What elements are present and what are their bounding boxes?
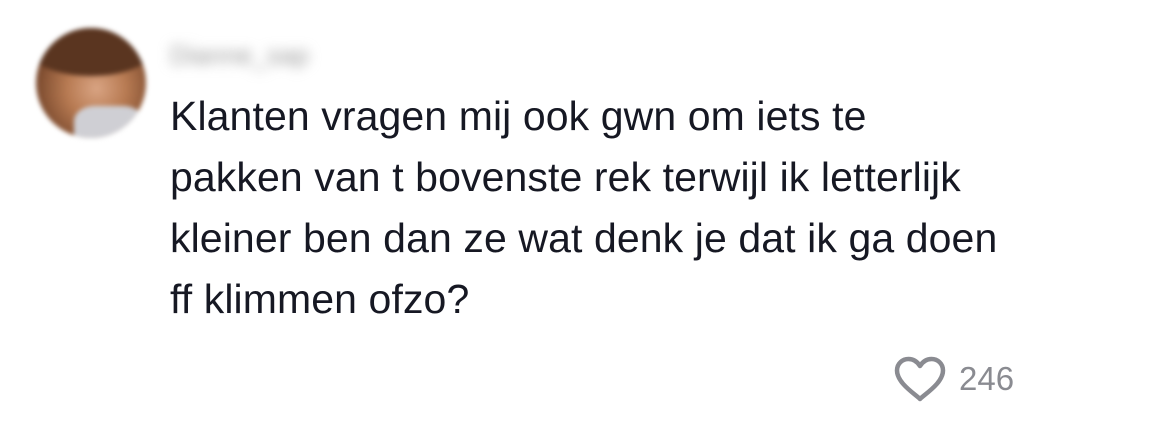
comment-text-line: pakken van t bovenste rek terwijl ik let… (170, 154, 961, 200)
comment-text-line: Klanten vragen mij ook gwn om iets te (170, 93, 867, 139)
avatar[interactable] (36, 28, 146, 138)
comment-text: Klanten vragen mij ook gwn om iets te pa… (170, 86, 1160, 330)
comment-item: Dianne_sap Klanten vragen mij ook gwn om… (0, 0, 1170, 433)
avatar-hair-shape (36, 28, 146, 76)
avatar-shirt-shape (74, 106, 144, 138)
like-count: 246 (959, 360, 1015, 397)
heart-outline-icon[interactable] (893, 355, 947, 403)
comment-text-line: ff klimmen ofzo? (170, 276, 470, 322)
like-button[interactable]: 246 (893, 354, 1014, 404)
comment-text-line: kleiner ben dan ze wat denk je dat ik ga… (170, 215, 998, 261)
comment-username[interactable]: Dianne_sap (170, 36, 309, 74)
